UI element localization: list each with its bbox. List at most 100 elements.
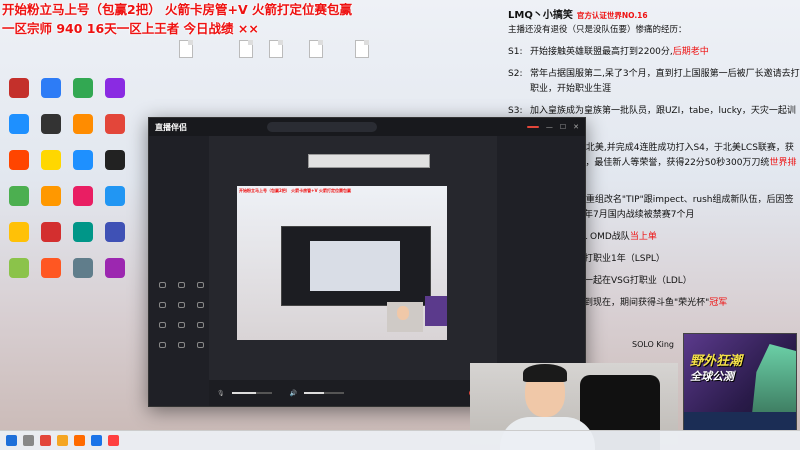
desktop-icon[interactable] [100,114,130,135]
career-item-body: 常年占据国服第二,呆了3个月，直到打上国服第一后被厂长邀请去打职业，开始职业生涯 [530,69,800,94]
app-icon [73,186,93,206]
streamer-hair [523,364,567,382]
scene-item[interactable] [149,186,209,197]
streaming-app-icon[interactable] [108,435,119,446]
speaker-volume-slider[interactable] [304,392,345,394]
app-sidebar [149,136,209,406]
ad-headline: 野外狂潮 [690,354,743,369]
scene-item[interactable] [149,153,209,164]
close-icon[interactable]: ✕ [573,123,579,131]
game-ad-banner[interactable]: 野外狂潮 全球公测 [683,333,797,431]
career-item-highlight: 后期老中 [672,47,709,57]
scene-item[interactable] [149,197,209,208]
tool-button[interactable] [191,281,209,297]
tool-button[interactable] [153,321,171,337]
minimize-icon[interactable]: — [546,123,553,131]
nested-window [281,226,431,306]
desktop-icon[interactable] [36,78,66,99]
app-icon [73,258,93,278]
app-icon [41,78,61,98]
app-icon [41,258,61,278]
mic-volume-slider[interactable] [231,392,272,394]
desktop-icon[interactable] [36,258,66,279]
desktop-icon[interactable] [68,222,98,243]
tool-button[interactable] [172,301,190,317]
stream-overlay-text: 开始粉立马上号（包赢2把） 火箭卡房管+V 火箭打定位赛包赢 一区宗师 940 … [2,0,422,38]
desktop-file[interactable] [296,40,336,60]
desktop-icon[interactable] [4,114,34,135]
tool-button[interactable] [191,301,209,317]
desktop-file[interactable] [342,40,382,60]
document-icon [239,40,253,58]
career-item-body: 开始接触英雄联盟最高打到2200分, [530,47,673,57]
app-icon [9,78,29,98]
desktop-icon[interactable] [36,186,66,207]
search-input[interactable] [267,122,377,132]
tool-icon [177,282,185,288]
desktop-icon[interactable] [4,78,34,99]
maximize-icon[interactable]: ☐ [560,123,566,131]
scene-item[interactable] [149,164,209,175]
preview-area[interactable]: 开始粉立马上号（包赢2把） 火箭卡房管+V 火箭打定位赛包赢 [209,136,497,406]
app-icon [73,222,93,242]
desktop-icon[interactable] [68,186,98,207]
tool-icon [177,322,185,328]
tool-button[interactable] [153,341,171,357]
desktop-icon[interactable] [68,258,98,279]
scene-item[interactable] [149,208,209,219]
desktop-icon[interactable] [100,258,130,279]
app-icon [9,186,29,206]
speaker-icon[interactable]: 🔊 [290,390,297,397]
app-icon[interactable] [74,435,85,446]
desktop-icon[interactable] [100,222,130,243]
app-icon [105,78,125,98]
tool-button[interactable] [191,321,209,337]
search-icon[interactable] [23,435,34,446]
tool-icon [177,302,185,308]
tool-button[interactable] [153,281,171,297]
desktop-file[interactable] [166,40,206,60]
browser-icon[interactable] [40,435,51,446]
tool-button[interactable] [172,341,190,357]
record-button[interactable] [526,126,539,128]
nested-webcam [387,302,423,332]
start-icon[interactable] [6,435,17,446]
scene-item[interactable] [149,175,209,186]
desktop-icon[interactable] [68,150,98,171]
desktop-icon[interactable] [4,258,34,279]
audio-controls: 🎙 🔊 [209,380,497,406]
folder-icon[interactable] [57,435,68,446]
tool-button[interactable] [172,281,190,297]
speaker-volume-fill [304,392,325,394]
streamer-subtitle: 主播还没有退役（只是没队伍要）惨痛的经历： [508,25,687,35]
desktop-icon[interactable] [68,78,98,99]
document-icon [309,40,323,58]
desktop-icon[interactable] [4,186,34,207]
app-icon[interactable] [91,435,102,446]
stream-preview: 开始粉立马上号（包赢2把） 火箭卡房管+V 火箭打定位赛包赢 [237,186,447,340]
desktop-icon[interactable] [100,78,130,99]
tool-icon [196,302,204,308]
desktop-icon[interactable] [100,150,130,171]
sidebar-section-title [149,142,209,153]
app-icon [105,222,125,242]
app-icon [105,114,125,134]
tool-button[interactable] [153,301,171,317]
desktop-icon[interactable] [36,150,66,171]
desktop-icon[interactable] [100,186,130,207]
desktop-file[interactable] [256,40,296,60]
career-item: S2: 常年占据国服第二,呆了3个月，直到打上国服第一后被厂长邀请去打职业，开始职… [508,67,800,97]
tool-button[interactable] [191,341,209,357]
overlay-line-1: 开始粉立马上号（包赢2把） 火箭卡房管+V 火箭打定位赛包赢 [2,2,353,17]
desktop-icon[interactable] [36,114,66,135]
ad-bottom-bar [684,412,796,430]
mic-icon[interactable]: 🎙 [217,390,225,397]
desktop-icon[interactable] [4,150,34,171]
desktop-icon[interactable] [68,114,98,135]
tool-button[interactable] [172,321,190,337]
preview-notice-bubble [308,154,430,168]
desktop-icon[interactable] [4,222,34,243]
app-icon [105,186,125,206]
desktop-icon[interactable] [36,222,66,243]
app-icon [73,150,93,170]
